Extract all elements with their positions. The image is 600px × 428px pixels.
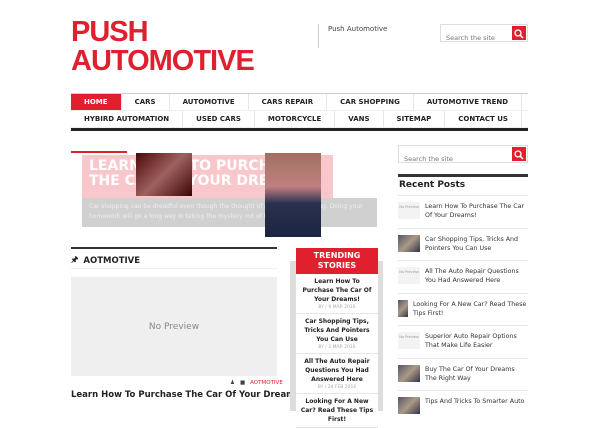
recent-post-item[interactable]: Looking For A New Car? Read These Tips F…	[398, 292, 528, 326]
nav-item-cars-repair[interactable]: CARS REPAIR	[249, 94, 328, 110]
search-button[interactable]	[512, 147, 526, 161]
recent-post-title[interactable]: Superior Auto Repair Options That Make L…	[425, 332, 528, 350]
pin-icon: 🖈	[71, 255, 79, 264]
no-preview-text: No Preview	[148, 321, 200, 332]
nav-item-motorcycle[interactable]: MOTORCYCLE	[255, 111, 336, 127]
nav-item-automotive-trend[interactable]: AUTOMOTIVE TREND	[414, 94, 523, 110]
user-icon: ♟	[230, 380, 235, 386]
recent-post-thumbnail[interactable]	[398, 364, 420, 382]
slider-accent-line	[71, 151, 127, 153]
divider	[71, 247, 277, 249]
nav-item-car-shopping[interactable]: CAR SHOPPING	[327, 94, 414, 110]
divider	[398, 174, 528, 177]
section-title-text: AOTMOTIVE	[83, 256, 141, 266]
nav-item-home[interactable]: HOME	[71, 94, 122, 110]
nav-item-vans[interactable]: VANS	[335, 111, 384, 127]
recent-post-thumbnail[interactable]	[398, 234, 420, 252]
section-title: 🖈 AOTMOTIVE	[71, 254, 140, 268]
slider-image[interactable]	[136, 153, 192, 196]
recent-post-title[interactable]: Looking For A New Car? Read These Tips F…	[413, 300, 528, 318]
post-meta: ♟ ■ AOTMOTIVE	[230, 380, 283, 386]
nav-item-used-cars[interactable]: USED CARS	[183, 111, 255, 127]
trending-item-title[interactable]: Looking For A New Car? Read These Tips F…	[298, 397, 376, 424]
recent-post-thumbnail[interactable]: No Preview	[398, 332, 420, 349]
trending-item-title[interactable]: Car Shopping Tips, Tricks And Pointers Y…	[298, 317, 376, 344]
post-category-link[interactable]: AOTMOTIVE	[250, 380, 283, 386]
nav-item-automotive[interactable]: AUTOMOTIVE	[170, 94, 249, 110]
header-divider	[318, 24, 319, 48]
recent-post-item[interactable]: Tips And Tricks To Smarter Auto	[398, 390, 528, 423]
logo-line2: AUTOMOTIVE	[71, 45, 255, 77]
divider	[71, 268, 277, 269]
recent-post-title[interactable]: Car Shopping Tips, Tricks And Pointers Y…	[425, 235, 528, 253]
recent-post-item[interactable]: Car Shopping Tips, Tricks And Pointers Y…	[398, 227, 528, 261]
main-nav: HOME CARS AUTOMOTIVE CARS REPAIR CAR SHOPPIN…	[71, 93, 528, 131]
post-title-link[interactable]: Learn How To Purchase The Car Of Your Dr…	[71, 390, 304, 400]
nav-item-cars[interactable]: CARS	[122, 94, 170, 110]
nav-item-hybird-automation[interactable]: HYBIRD AUTOMATION	[71, 111, 184, 127]
nav-item-sitemap[interactable]: SITEMAP	[384, 111, 446, 127]
search-icon	[514, 29, 524, 39]
recent-post-title[interactable]: Buy The Car Of Your Dreams The Right Way	[425, 365, 528, 383]
site-tagline: Push Automotive	[328, 25, 388, 33]
nav-item-contact-us[interactable]: CONTACT US	[445, 111, 522, 127]
recent-post-thumbnail[interactable]: No Preview	[398, 267, 420, 284]
trending-item-date: BY / 9 MAR 2016	[318, 305, 356, 310]
trending-item-date: BY / 24 FEB 2016	[317, 385, 357, 390]
trending-item[interactable]: All The Auto Repair Questions You Had An…	[296, 354, 378, 394]
sidebar-search	[398, 145, 528, 167]
site-logo[interactable]: PUSH AUTOMOTIVE	[71, 16, 255, 77]
search-icon	[514, 150, 524, 160]
header-search-input[interactable]	[441, 30, 511, 46]
recent-posts-list: No Preview Learn How To Purchase The Car …	[398, 195, 528, 423]
recent-post-item[interactable]: No Preview All The Auto Repair Questions …	[398, 260, 528, 293]
trending-title: TRENDING STORIES	[296, 248, 378, 274]
recent-post-title[interactable]: Tips And Tricks To Smarter Auto	[425, 397, 524, 406]
trending-item[interactable]: Car Shopping Tips, Tricks And Pointers Y…	[296, 314, 378, 354]
recent-post-item[interactable]: No Preview Superior Auto Repair Options T…	[398, 325, 528, 358]
trending-item-title[interactable]: All The Auto Repair Questions You Had An…	[298, 357, 376, 384]
trending-stories: TRENDING STORIES Learn How To Purchase T…	[296, 248, 378, 428]
sidebar-search-input[interactable]	[399, 151, 511, 167]
trending-item-date: BY / 2 MAR 2016	[318, 345, 356, 350]
recent-posts-title: Recent Posts	[399, 180, 466, 190]
slider-image[interactable]	[265, 153, 321, 237]
post-thumbnail[interactable]: No Preview	[71, 277, 277, 376]
search-button[interactable]	[512, 26, 526, 40]
recent-post-title[interactable]: Learn How To Purchase The Car Of Your Dr…	[425, 202, 528, 220]
recent-post-item[interactable]: Buy The Car Of Your Dreams The Right Way	[398, 357, 528, 391]
folder-icon: ■	[239, 380, 246, 386]
logo-line1: PUSH	[71, 16, 149, 48]
trending-item-title[interactable]: Learn How To Purchase The Car Of Your Dr…	[298, 277, 376, 304]
trending-item[interactable]: Looking For A New Car? Read These Tips F…	[296, 394, 378, 428]
recent-post-item[interactable]: No Preview Learn How To Purchase The Car …	[398, 195, 528, 228]
recent-post-title[interactable]: All The Auto Repair Questions You Had An…	[425, 267, 528, 285]
header-search	[440, 24, 528, 46]
recent-post-thumbnail[interactable]	[398, 299, 408, 317]
trending-item[interactable]: Learn How To Purchase The Car Of Your Dr…	[296, 274, 378, 314]
recent-post-thumbnail[interactable]: No Preview	[398, 202, 420, 219]
slider-excerpt: Car shopping can be dreadful even though…	[82, 198, 377, 227]
